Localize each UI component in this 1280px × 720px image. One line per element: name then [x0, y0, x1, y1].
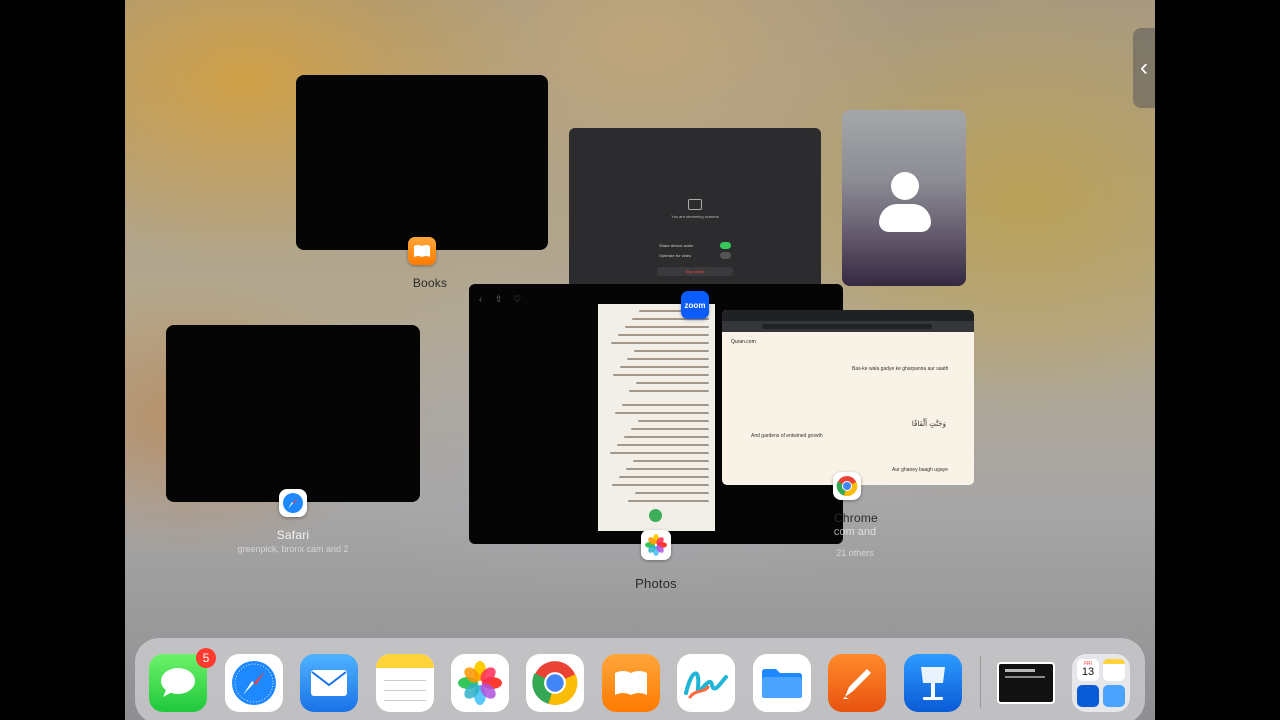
dock-freeform[interactable]: [677, 654, 735, 712]
safari-icon: [232, 661, 276, 705]
notes-mini-icon: [1103, 659, 1125, 681]
chrome-icon: [532, 661, 578, 705]
dock-safari[interactable]: [225, 654, 283, 712]
mail-icon: [311, 670, 347, 696]
book-text-line: [611, 342, 709, 344]
chrome-tab-bar: [722, 310, 974, 321]
side-panel-handle[interactable]: ‹: [1133, 28, 1155, 108]
zoom-badge-label: zoom: [684, 300, 706, 310]
files-mini-icon: [1103, 685, 1125, 707]
chrome-subtitle-1: com and: [833, 526, 877, 538]
chrome-subtitle-2: 21 others: [836, 548, 874, 558]
book-text-line: [619, 476, 709, 478]
book-text-line: [625, 326, 709, 328]
keynote-mini-icon: [1077, 685, 1099, 707]
pen-icon: [843, 669, 871, 699]
book-text-line: [624, 436, 709, 438]
book-text-line: [627, 358, 709, 360]
books-icon: [615, 671, 647, 695]
zoom-sharing-text: You are streaming screens: [671, 214, 719, 219]
dock-divider: [980, 656, 981, 708]
book-text-line: [612, 484, 709, 486]
book-text-line: [633, 460, 709, 462]
book-text-line: [629, 390, 709, 392]
calendar-day: 13: [1081, 666, 1095, 678]
heart-icon[interactable]: ♡: [513, 294, 521, 305]
safari-subtitle: greenpick, bronx cam and 2: [237, 544, 349, 554]
safari-window-card[interactable]: [166, 325, 420, 502]
play-icon[interactable]: [649, 509, 662, 522]
dock: 5 FRI 13: [135, 638, 1145, 720]
chrome-verse-line-3: Aur ghaney baagh ugaye: [892, 467, 948, 473]
chevron-left-icon: ‹: [1140, 54, 1148, 81]
book-text-line: [626, 468, 709, 470]
book-text-line: [618, 334, 709, 336]
dock-messages[interactable]: 5: [149, 648, 216, 712]
book-text-line: [638, 420, 709, 422]
app-switcher-screen: Books You are streaming screens Share de…: [125, 0, 1155, 720]
photos-app-icon: [641, 530, 671, 560]
optimize-toggle[interactable]: [720, 252, 731, 259]
books-app-icon: [408, 237, 436, 265]
book-page-image: [598, 304, 715, 531]
book-text-line: [635, 492, 709, 494]
safari-app-icon: [279, 489, 307, 517]
dock-pages[interactable]: [828, 654, 886, 712]
book-text-line: [617, 444, 709, 446]
calendar-mini-icon: FRI 13: [1077, 659, 1099, 681]
book-text-line: [634, 350, 709, 352]
book-text-line: [615, 412, 709, 414]
contact-window-card[interactable]: [842, 110, 966, 286]
zoom-optimize-row: Optimize for video: [657, 252, 733, 260]
books-window-card[interactable]: [296, 75, 548, 250]
book-text-line: [636, 382, 709, 384]
keynote-icon: [921, 667, 945, 700]
book-text-line: [613, 374, 709, 376]
dock-files[interactable]: [753, 654, 811, 712]
zoom-app-icon: zoom: [681, 291, 709, 319]
back-icon[interactable]: ‹: [479, 294, 482, 304]
dock-notes[interactable]: [376, 654, 434, 712]
folder-icon: [762, 669, 802, 698]
chrome-verse-line-1: Bas-ke wala gadye ke gharpanna aur saath: [852, 366, 949, 372]
zoom-share-audio-row: Share device audio: [657, 242, 733, 250]
chrome-arabic-text: وَجَنَّٰتٍ أَلْفَافًا: [911, 420, 946, 428]
messages-badge: 5: [196, 648, 216, 668]
dock-app-library[interactable]: FRI 13: [1072, 654, 1130, 712]
dock-recent-window[interactable]: [997, 662, 1055, 704]
chrome-label: Chrome: [834, 511, 878, 525]
book-text-line: [628, 500, 709, 502]
zoom-stop-button[interactable]: Stop share: [657, 267, 733, 276]
chrome-address-bar[interactable]: [722, 321, 974, 332]
share-icon[interactable]: ⇧: [495, 294, 503, 305]
photos-label: Photos: [635, 576, 677, 591]
share-audio-toggle[interactable]: [720, 242, 731, 249]
books-label: Books: [412, 276, 448, 290]
zoom-share-audio-label: Share device audio: [659, 243, 694, 248]
zoom-window-card[interactable]: You are streaming screens Share device a…: [569, 128, 821, 302]
freeform-icon: [684, 671, 728, 699]
book-text-line: [631, 428, 709, 430]
book-text-line: [610, 452, 709, 454]
dock-mail[interactable]: [300, 654, 358, 712]
safari-label: Safari: [276, 528, 310, 542]
photos-icon: [458, 661, 502, 705]
notes-icon: [376, 654, 434, 712]
book-text-line: [620, 366, 709, 368]
dock-chrome[interactable]: [526, 654, 584, 712]
person-icon: [879, 172, 931, 236]
book-text-line: [622, 404, 709, 406]
zoom-optimize-label: Optimize for video: [659, 253, 692, 258]
photos-toolbar: ‹ ⇧ ♡: [475, 294, 535, 306]
dock-books[interactable]: [602, 654, 660, 712]
quran-site-title: Quran.com: [731, 339, 756, 345]
chrome-verse-line-2: And gardens of entwined growth: [751, 433, 823, 439]
dock-keynote[interactable]: [904, 654, 962, 712]
chrome-app-icon: [833, 472, 861, 500]
messages-icon: [161, 668, 195, 697]
share-screen-icon: [688, 199, 702, 210]
dock-photos[interactable]: [451, 654, 509, 712]
chrome-window-card[interactable]: Quran.com Bas-ke wala gadye ke gharpanna…: [722, 310, 974, 485]
